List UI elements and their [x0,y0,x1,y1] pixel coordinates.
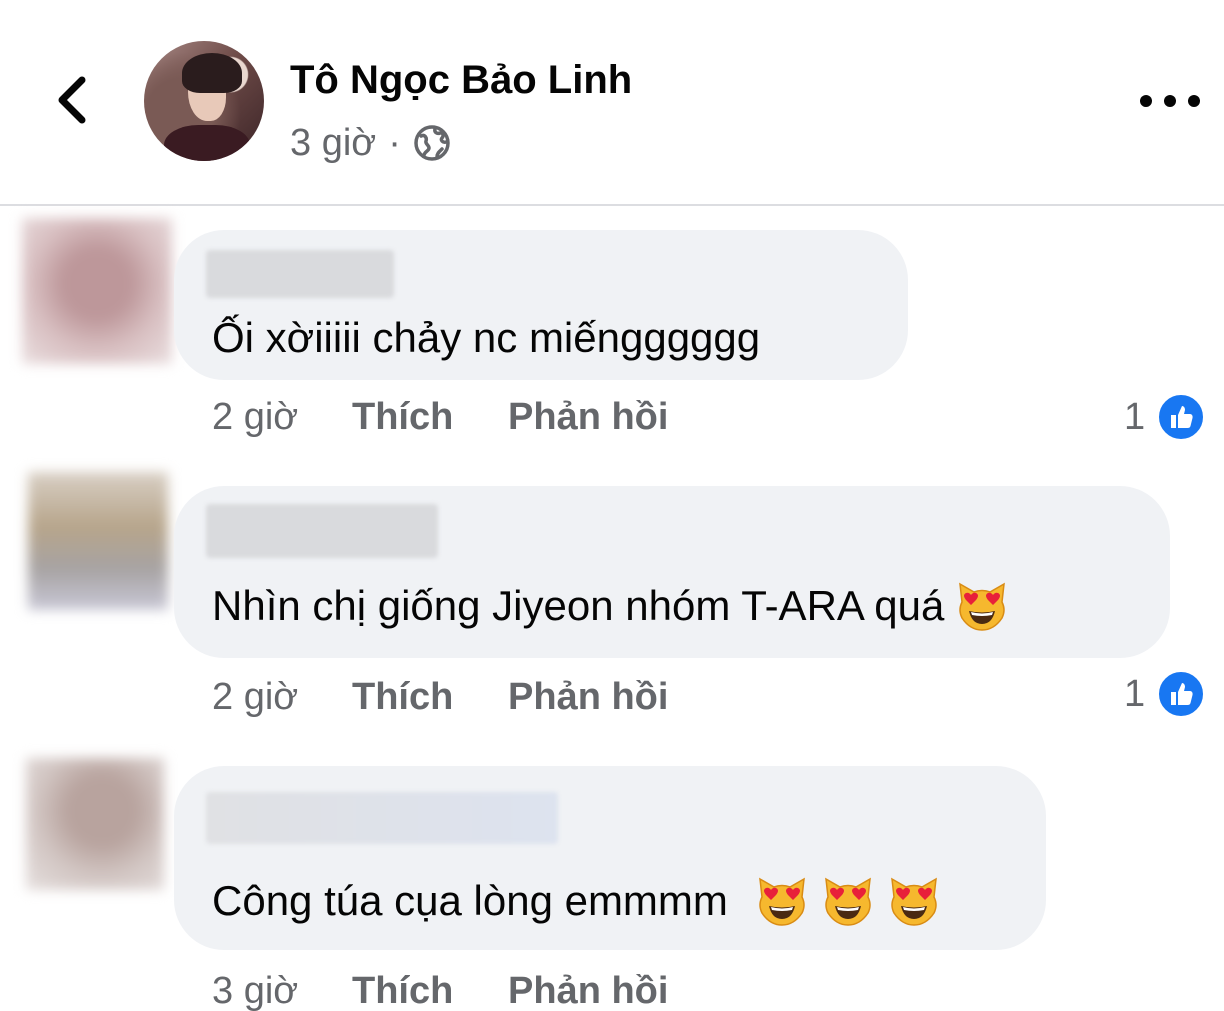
chevron-left-icon [58,76,86,124]
reply-button[interactable]: Phản hồi [508,676,668,719]
header-divider [0,204,1224,206]
like-button[interactable]: Thích [352,676,508,719]
thumbs-up-icon [1157,393,1206,441]
more-horizontal-icon [1140,95,1152,107]
reaction-count[interactable]: 1 [1124,670,1206,718]
meta-separator: · [388,121,401,164]
comment-item: Nhìn chị giống Jiyeon nhóm T-ARA quá 2 g… [0,472,1224,742]
comment-time[interactable]: 3 giờ [212,970,352,1011]
heart-eyes-cat-icon [890,877,937,926]
comment-item: Ối xờiiiii chảy nc miếngggggg 2 giờ Thíc… [0,218,1224,458]
heart-eyes-cat-icon [758,877,805,926]
comment-text: Nhìn chị giống Jiyeon nhóm T-ARA quá [212,576,1010,636]
commenter-name[interactable] [206,250,394,298]
commenter-name[interactable] [206,504,438,558]
comment-item: Công túa cụa lòng emmmm 3 giờ Thích Phản… [0,758,1224,1011]
heart-eyes-cat-icon [959,582,1006,631]
comment-bubble: Nhìn chị giống Jiyeon nhóm T-ARA quá [174,486,1170,658]
comment-text: Công túa cụa lòng emmmm [212,870,942,932]
comment-bubble: Ối xờiiiii chảy nc miếngggggg [174,230,908,380]
reply-button[interactable]: Phản hồi [508,970,668,1011]
comment-actions: 2 giờ Thích Phản hồi [212,674,668,720]
post-time[interactable]: 3 giờ [290,122,376,165]
comment-bubble: Công túa cụa lòng emmmm [174,766,1046,950]
post-meta: 3 giờ · [290,120,451,166]
comment-actions: 3 giờ Thích Phản hồi [212,968,668,1011]
globe-icon[interactable] [413,124,451,162]
reply-button[interactable]: Phản hồi [508,396,668,439]
reaction-count[interactable]: 1 [1124,393,1206,441]
post-header: Tô Ngọc Bảo Linh 3 giờ · [0,0,1224,205]
comment-text: Ối xờiiiii chảy nc miếngggggg [212,314,761,361]
like-button[interactable]: Thích [352,396,508,439]
back-button[interactable] [44,70,100,130]
comment-time[interactable]: 2 giờ [212,676,352,719]
heart-eyes-cat-icon [824,877,871,926]
comment-time[interactable]: 2 giờ [212,396,352,439]
commenter-avatar[interactable] [26,758,164,890]
thumbs-up-icon [1157,670,1206,718]
commenter-name[interactable] [206,792,558,844]
commenter-avatar[interactable] [22,218,172,364]
comment-actions: 2 giờ Thích Phản hồi [212,394,668,440]
author-avatar[interactable] [144,41,264,161]
post-author-name[interactable]: Tô Ngọc Bảo Linh [290,58,632,103]
more-options-button[interactable] [1140,86,1200,116]
commenter-avatar[interactable] [28,472,168,610]
like-button[interactable]: Thích [352,970,508,1011]
comments-screen: Tô Ngọc Bảo Linh 3 giờ · Ối xờiiiii chảy… [0,0,1224,1011]
